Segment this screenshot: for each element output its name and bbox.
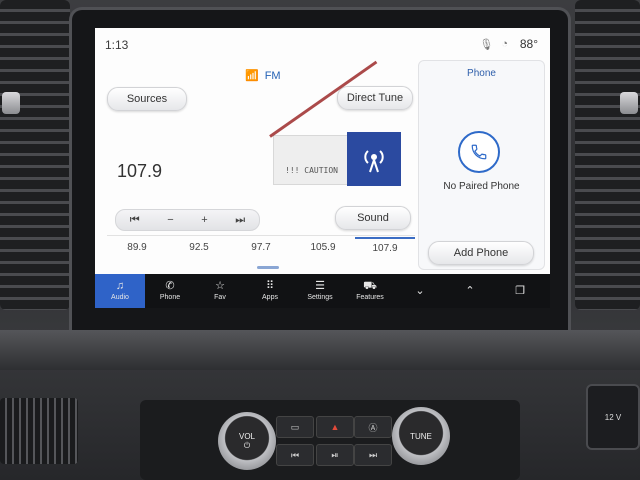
nav-settings[interactable]: ☰ Settings: [295, 274, 345, 308]
preset-bar: 89.9 92.5 97.7 105.9 107.9: [107, 235, 415, 266]
phone-panel: Phone No Paired Phone Add Phone: [418, 60, 545, 270]
preset-3[interactable]: 97.7: [231, 238, 291, 264]
chevron-up-icon: ⌃: [465, 284, 475, 297]
phone-icon: ✆: [165, 280, 175, 292]
station-artwork: [273, 135, 351, 185]
band-indicator: 📶 FM: [245, 69, 281, 83]
band-label: FM: [264, 69, 281, 82]
nav-label: Apps: [262, 294, 278, 301]
status-temperature: 88°: [519, 37, 538, 51]
status-time: 1:13: [105, 38, 129, 52]
screen-icon: ▭: [290, 421, 300, 432]
direct-tune-button[interactable]: Direct Tune: [337, 86, 413, 110]
dash-trim: [0, 330, 640, 370]
nav-features[interactable]: ⛟ Features: [345, 274, 395, 308]
start-stop-off-button[interactable]: Ⓐ: [354, 416, 392, 438]
power-outlet[interactable]: 12 V: [586, 384, 640, 450]
nav-apps[interactable]: ⠿ Apps: [245, 274, 295, 308]
nav-label: Phone: [159, 294, 181, 301]
infotainment-screen: 1:13 🎙 ◔ 88° 📶 FM Sources Direct Tune 10…: [95, 28, 550, 308]
preset-4[interactable]: 105.9: [293, 238, 353, 264]
hw-seek-forward-button[interactable]: ⏭: [354, 444, 392, 466]
nav-label: Fav: [214, 294, 226, 301]
add-phone-button[interactable]: Add Phone: [428, 241, 534, 265]
tune-up-button[interactable]: +: [201, 214, 207, 226]
tune-controls: ⏮ − + ⏭: [115, 209, 260, 231]
split-view-icon: ❐: [515, 284, 525, 297]
right-vent-knob[interactable]: [620, 92, 638, 114]
car-icon: ⛟: [363, 280, 377, 292]
star-icon: ☆: [215, 280, 225, 292]
current-frequency: 107.9: [117, 161, 163, 181]
nav-chevron-down[interactable]: ⌄: [395, 274, 445, 308]
left-air-vent: [0, 0, 70, 310]
preset-5[interactable]: 107.9: [355, 237, 415, 265]
power-icon: ⏻: [243, 440, 251, 450]
auto-start-stop-icon: Ⓐ: [368, 422, 378, 433]
nav-label: Audio: [111, 294, 129, 301]
right-air-vent: [575, 0, 640, 310]
bottom-nav: ♫ Audio ✆ Phone ☆ Fav ⠿ Apps ☰ Settings …: [95, 274, 550, 308]
hazard-button[interactable]: ▲: [316, 416, 354, 438]
chevron-down-icon: ⌄: [415, 284, 425, 297]
volume-knob-label: VOL: [238, 431, 255, 441]
sound-button[interactable]: Sound: [335, 206, 411, 230]
mic-icon: 🎙: [479, 39, 494, 51]
seek-forward-button[interactable]: ⏭: [235, 214, 245, 227]
apps-grid-icon: ⠿: [265, 280, 275, 292]
hw-seek-back-button[interactable]: ⏮: [276, 444, 314, 466]
phone-icon[interactable]: [458, 131, 500, 173]
antenna-icon: 📶: [245, 70, 259, 82]
hardware-controls: [140, 400, 520, 480]
play-pause-icon: ⏯: [331, 449, 339, 460]
power-outlet-label: 12 V: [604, 412, 622, 422]
seek-back-icon: ⏮: [290, 449, 300, 460]
dashboard: 1:13 🎙 ◔ 88° 📶 FM Sources Direct Tune 10…: [0, 0, 640, 480]
nav-audio[interactable]: ♫ Audio: [95, 274, 145, 308]
left-vent-knob[interactable]: [2, 92, 20, 114]
preset-1[interactable]: 89.9: [107, 238, 167, 264]
volume-knob[interactable]: VOL ⏻: [218, 412, 276, 470]
nav-split-view[interactable]: ❐: [495, 274, 545, 308]
sources-button[interactable]: Sources: [107, 87, 187, 111]
tune-knob-label: TUNE: [410, 431, 432, 441]
seek-back-button[interactable]: ⏮: [130, 214, 140, 227]
nav-fav[interactable]: ☆ Fav: [195, 274, 245, 308]
preset-2[interactable]: 92.5: [169, 238, 229, 264]
nav-chevron-up[interactable]: ⌃: [445, 274, 495, 308]
settings-sliders-icon: ☰: [315, 280, 325, 292]
page-indicator: [257, 266, 279, 269]
lower-left-vent: [0, 398, 78, 464]
tune-knob[interactable]: TUNE: [392, 407, 450, 465]
radio-tower-icon: [347, 132, 401, 186]
nav-label: Features: [356, 294, 384, 301]
nav-phone[interactable]: ✆ Phone: [145, 274, 195, 308]
screen-toggle-button[interactable]: ▭: [276, 416, 314, 438]
hw-play-pause-button[interactable]: ⏯: [316, 444, 354, 466]
artwork-text: !!! CAUTION: [285, 166, 338, 175]
music-note-icon: ♫: [115, 280, 125, 292]
status-icons: 🎙 ◔: [479, 38, 508, 51]
seek-forward-icon: ⏭: [368, 449, 378, 460]
phone-status: No Paired Phone: [443, 181, 520, 192]
tune-down-button[interactable]: −: [167, 214, 173, 226]
nav-label: Settings: [307, 294, 333, 301]
hazard-icon: ▲: [330, 422, 340, 432]
wifi-signal-icon: ◔: [501, 38, 508, 50]
phone-panel-title: Phone: [467, 68, 496, 79]
